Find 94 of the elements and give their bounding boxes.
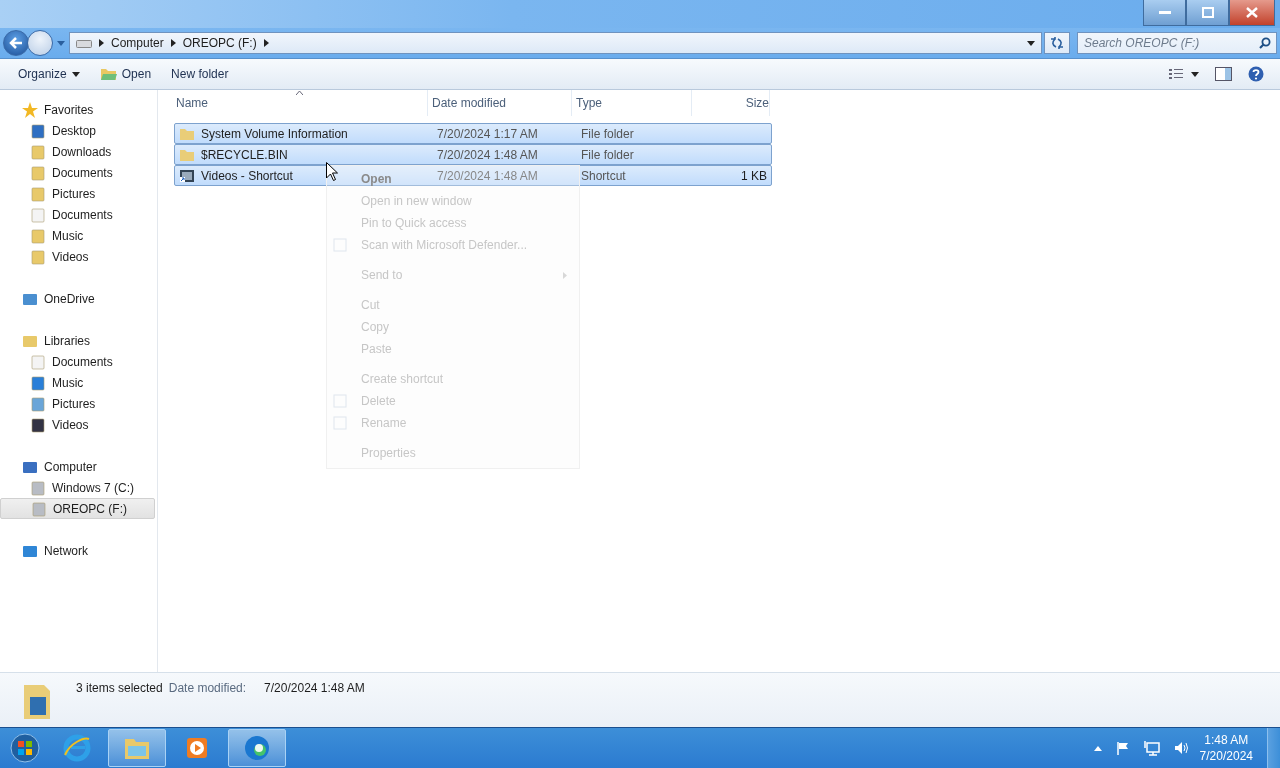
chevron-icon bbox=[170, 39, 176, 47]
table-cell-text: 7/20/2024 1:17 AM bbox=[436, 126, 539, 141]
refresh-icon bbox=[1049, 36, 1065, 50]
app-icon bbox=[62, 733, 92, 763]
sidebar-icon bbox=[30, 143, 46, 160]
cursor-icon bbox=[326, 162, 338, 181]
table-cell: 1 KB bbox=[741, 168, 767, 183]
sidebar-item[interactable]: Libraries bbox=[0, 330, 155, 351]
sidebar-icon bbox=[30, 122, 46, 139]
column-header[interactable]: Name bbox=[172, 90, 428, 116]
chevron-icon bbox=[99, 39, 104, 47]
breadcrumb[interactable]: OREOPC (F:) bbox=[182, 36, 257, 50]
file-row[interactable]: System Volume Information 7/20/2024 1:17 AM File folder bbox=[174, 123, 772, 144]
sidebar-item[interactable]: OneDrive bbox=[0, 288, 155, 309]
file-icon bbox=[179, 126, 195, 141]
sidebar-icon bbox=[30, 164, 46, 181]
chevron-icon bbox=[263, 39, 269, 47]
file-icon bbox=[179, 168, 195, 183]
sidebar-item[interactable]: Videos bbox=[0, 414, 155, 435]
toolbar-button[interactable]: New folder bbox=[161, 62, 239, 86]
column-header[interactable]: Date modified bbox=[428, 90, 572, 116]
toolbar-button[interactable]: Organize bbox=[8, 62, 90, 86]
toolbar-button[interactable]: Open bbox=[89, 62, 162, 86]
file-name: System Volume Information bbox=[201, 126, 348, 141]
minimize-icon bbox=[1158, 10, 1171, 15]
sidebar-icon bbox=[30, 353, 46, 370]
refresh-button[interactable] bbox=[1044, 32, 1070, 54]
close-button[interactable] bbox=[1229, 0, 1275, 26]
minimize-button[interactable] bbox=[1143, 0, 1186, 26]
sidebar-item[interactable]: Favorites bbox=[0, 99, 155, 120]
file-name: Videos - Shortcut bbox=[201, 168, 293, 183]
field-label: Date modified: bbox=[168, 681, 247, 695]
search-icon bbox=[1259, 37, 1271, 49]
sidebar-item[interactable]: Documents bbox=[0, 162, 155, 183]
taskbar-app[interactable] bbox=[228, 729, 286, 767]
search-field[interactable]: Search OREOPC (F:) bbox=[1077, 32, 1277, 54]
forward-button[interactable] bbox=[27, 30, 53, 56]
folder-icon bbox=[99, 67, 117, 81]
sidebar-icon bbox=[30, 479, 46, 496]
sidebar-item[interactable]: Videos bbox=[0, 246, 155, 267]
clock-date[interactable]: 7/20/2024 bbox=[1199, 748, 1253, 764]
sidebar-item[interactable]: Windows 7 (C:) bbox=[0, 477, 155, 498]
sidebar-icon bbox=[31, 500, 47, 517]
table-cell-text: 7/20/2024 1:48 AM bbox=[436, 168, 539, 183]
sidebar-item[interactable]: Music bbox=[0, 225, 155, 246]
file-icon bbox=[179, 147, 195, 162]
table-cell-text: Shortcut bbox=[580, 168, 627, 183]
close-icon bbox=[1246, 7, 1258, 18]
network-icon[interactable] bbox=[1143, 740, 1160, 756]
sort-icon bbox=[296, 91, 303, 95]
table-cell-text: File folder bbox=[580, 147, 635, 162]
back-arrow-icon bbox=[9, 37, 23, 49]
caret-icon bbox=[71, 71, 80, 77]
maximize-button[interactable] bbox=[1186, 0, 1229, 26]
table-cell-text: File folder bbox=[580, 126, 635, 141]
column-header[interactable]: Size bbox=[692, 90, 770, 116]
sidebar-item[interactable]: Pictures bbox=[0, 183, 155, 204]
sidebar-icon bbox=[30, 206, 46, 223]
column-header[interactable]: Type bbox=[572, 90, 692, 116]
address-bar[interactable]: Computer OREOPC (F:) bbox=[69, 32, 1042, 54]
sidebar-item[interactable]: Computer bbox=[0, 456, 155, 477]
show-hidden-icons-icon[interactable] bbox=[1093, 745, 1102, 751]
sidebar-item[interactable]: Documents bbox=[0, 204, 155, 225]
breadcrumb[interactable]: Computer bbox=[111, 36, 164, 50]
sidebar-item[interactable]: OREOPC (F:) bbox=[0, 498, 155, 519]
sidebar-item[interactable]: Pictures bbox=[0, 393, 155, 414]
preview-pane-icon bbox=[1215, 67, 1232, 81]
sidebar-item[interactable]: Music bbox=[0, 372, 155, 393]
sidebar-item[interactable]: Documents bbox=[0, 351, 155, 372]
help-icon bbox=[1248, 66, 1264, 82]
app-icon bbox=[242, 733, 272, 763]
sidebar-icon bbox=[30, 416, 46, 433]
volume-icon[interactable] bbox=[1173, 741, 1190, 755]
flag-icon[interactable] bbox=[1115, 741, 1130, 755]
details-view-icon bbox=[1169, 68, 1199, 80]
sidebar-item[interactable]: Network bbox=[0, 540, 155, 561]
sidebar-icon bbox=[30, 395, 46, 412]
clock-time[interactable]: 1:48 AM bbox=[1204, 732, 1249, 748]
sidebar-icon bbox=[30, 374, 46, 391]
file-name: $RECYCLE.BIN bbox=[201, 147, 288, 162]
table-cell-text: 7/20/2024 1:48 AM bbox=[436, 147, 539, 162]
sidebar-icon bbox=[30, 227, 46, 244]
sidebar-icon bbox=[22, 101, 38, 118]
back-button[interactable] bbox=[3, 30, 29, 56]
dropdown-icon[interactable] bbox=[1027, 40, 1035, 46]
drive-icon bbox=[76, 38, 92, 48]
file-row[interactable]: $RECYCLE.BIN 7/20/2024 1:48 AM File folder bbox=[174, 144, 772, 165]
sidebar-item[interactable]: Desktop bbox=[0, 120, 155, 141]
sidebar-icon bbox=[30, 248, 46, 265]
sidebar-icon bbox=[30, 185, 46, 202]
restore-icon bbox=[1201, 7, 1214, 18]
selection-summary: 3 items selected bbox=[76, 681, 163, 695]
field-value: 7/20/2024 1:48 AM bbox=[264, 681, 365, 695]
sidebar-item[interactable]: Downloads bbox=[0, 141, 155, 162]
